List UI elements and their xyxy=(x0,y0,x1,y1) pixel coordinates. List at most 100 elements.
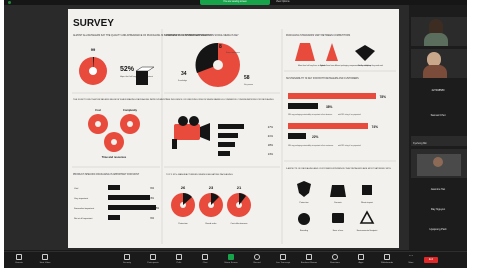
q5-value: 27% xyxy=(268,125,274,129)
meeting-info-icon[interactable] xyxy=(8,1,11,4)
transcript-button[interactable]: Live Transcript xyxy=(272,254,294,267)
whiteboard-icon xyxy=(384,254,390,260)
q8-donuts xyxy=(171,192,251,217)
participant-name: Ray Nguyen xyxy=(430,208,446,211)
q2-value-8: 8 xyxy=(219,44,222,50)
participants-button[interactable]: Participants xyxy=(142,254,164,267)
shared-screen-area: SURVEY ALMOST ALL RETAILERS SAY THE QUAL… xyxy=(4,5,409,250)
q9-item: Environmental footprint xyxy=(357,229,378,232)
end-meeting-button[interactable]: End xyxy=(424,257,438,263)
emoji-icon xyxy=(332,254,338,260)
q6-note: with 28% citing it 'very important' xyxy=(338,113,362,116)
q8-label: Protection xyxy=(178,222,188,225)
q7-row-label: Not at all important xyxy=(74,217,93,220)
record-button[interactable]: Record xyxy=(246,254,268,267)
q9-item: Formats xyxy=(334,201,341,204)
q2-heading: AWARENESS OF SHRINKWRAP VIDEOS ON SOCIAL… xyxy=(166,34,239,37)
polls-button[interactable]: Polls xyxy=(168,254,190,267)
q4-heading: THE FUNCTIONS THAT RETAILERS BELIEVE WHE… xyxy=(73,98,168,101)
reactions-button[interactable]: Reactions xyxy=(324,254,346,267)
microphone-icon xyxy=(16,254,22,260)
participant-tile[interactable]: Kyuhong Min xyxy=(411,136,467,146)
breakout-button[interactable]: Breakout Rooms xyxy=(298,254,320,267)
participant-video-tile[interactable] xyxy=(411,49,467,78)
more-button[interactable]: ··· More xyxy=(400,254,422,267)
q6-note: 98% say packaging sustainability is impo… xyxy=(288,144,333,147)
q5-value: 18% xyxy=(268,143,274,147)
q8-value: 23 xyxy=(209,185,214,190)
q9-heading: 5 ASPECTS OF PACKAGING AND CUSTOMER EXPE… xyxy=(286,167,391,170)
camera-illustration xyxy=(172,116,210,149)
mute-button[interactable]: Unmute xyxy=(8,254,30,267)
q7-bars xyxy=(108,185,156,220)
q6-note: with 28% citing it 'very important' xyxy=(338,144,362,147)
chat-icon xyxy=(202,254,208,260)
participant-name: 427498580 xyxy=(431,89,445,92)
share-screen-button[interactable]: Share Screen xyxy=(220,254,242,267)
q5-value: 13% xyxy=(268,152,274,156)
q6-bars xyxy=(288,93,376,139)
cc-icon xyxy=(280,254,286,260)
ellipsis-icon: ··· xyxy=(408,253,414,259)
participant-name: Hyejeong Park xyxy=(429,228,447,231)
q6-value: 22% xyxy=(312,135,319,139)
q2-value-34: 34 xyxy=(181,71,187,77)
camera-icon xyxy=(42,254,48,260)
q7-row-value: 9% xyxy=(150,186,154,190)
q7-row-label: Vital xyxy=(74,187,79,190)
q1-percent: 52% xyxy=(120,66,135,73)
q6-value: 74% xyxy=(372,125,379,129)
breakout-icon xyxy=(306,254,312,260)
q6-value: 38% xyxy=(326,105,333,109)
zoom-meeting-window: You are viewing screen View Options SURV… xyxy=(4,0,467,268)
gear-label-complexity: Complexity xyxy=(123,108,138,112)
q7-heading: PRODUCT-SPECIFIC PACKAGING IS IMPORTANT … xyxy=(73,173,140,176)
security-button[interactable]: Security xyxy=(116,254,138,267)
q8-label: Brand sales xyxy=(206,222,217,225)
infographic-slide: SURVEY ALMOST ALL RETAILERS SAY THE QUAL… xyxy=(68,9,399,248)
participant-name: Samuel Choi xyxy=(430,114,446,117)
record-icon xyxy=(254,254,260,260)
q3-label: Nearly a third say they need work xyxy=(358,64,383,67)
q2-sub: Some awareness xyxy=(226,52,240,54)
gear-label-time: Time and resources xyxy=(102,155,127,159)
q6-note: 98% say packaging sustainability is impo… xyxy=(288,113,332,116)
q9-item: Waste impact xyxy=(361,201,373,204)
chat-button[interactable]: Chat xyxy=(194,254,216,267)
page-right-margin xyxy=(467,0,487,268)
q7-row-label: Very important xyxy=(74,197,88,200)
participant-name: Kyuhong Min xyxy=(413,142,427,145)
q6-heading: SUSTAINABILITY IS KEY FOR BOTH RETAILERS… xyxy=(286,77,359,80)
q2-sub: Knowledge xyxy=(178,80,187,82)
participant-name: Jasmine Tan xyxy=(430,188,446,191)
apps-button[interactable]: Apps xyxy=(350,254,372,267)
participant-video-tile[interactable] xyxy=(411,17,467,46)
q8-heading: TOP 3 KPIs MANUFACTURERS WHEN EVALUATING… xyxy=(166,173,233,176)
q8-value: 26 xyxy=(181,185,186,190)
gear-label-cost: Cost xyxy=(95,108,101,112)
video-button[interactable]: Start Video xyxy=(34,254,56,267)
infographic-title: SURVEY xyxy=(73,18,114,29)
q7-row-value: 33% xyxy=(149,196,155,200)
q7-row-value: 38% xyxy=(154,206,160,210)
q7-row-value: 9% xyxy=(150,216,154,220)
whiteboards-button[interactable]: Whiteboards xyxy=(376,254,398,267)
people-icon xyxy=(150,254,156,260)
q2-sub: Very aware xyxy=(244,84,253,86)
shield-icon xyxy=(124,254,130,260)
q9-item: Ease of use xyxy=(333,230,344,232)
infographic-graphic: SURVEY ALMOST ALL RETAILERS SAY THE QUAL… xyxy=(72,18,396,244)
q8-value: 21 xyxy=(237,185,242,190)
q5-bars xyxy=(218,124,244,156)
participants-gallery: 427498580 Samuel Choi Kyuhong Min Jasmin… xyxy=(409,5,467,250)
q5-heading: THE INFLUENCE OF UNBOXING VIDEOS WHEN MA… xyxy=(166,98,274,101)
participant-video-tile[interactable] xyxy=(411,149,467,178)
q5-value: 21% xyxy=(268,134,274,138)
q2-value-58: 58 xyxy=(244,75,250,81)
q9-item: Branding xyxy=(300,230,308,232)
q1-value: 99 xyxy=(91,47,96,52)
q9-item: Protection xyxy=(299,201,308,204)
q8-label: Cost effectiveness xyxy=(231,222,248,225)
q6-value: 78% xyxy=(380,95,387,99)
q3-heading: PACKAGING STANDARDS VARY BETWEEN COMPETI… xyxy=(286,34,351,37)
